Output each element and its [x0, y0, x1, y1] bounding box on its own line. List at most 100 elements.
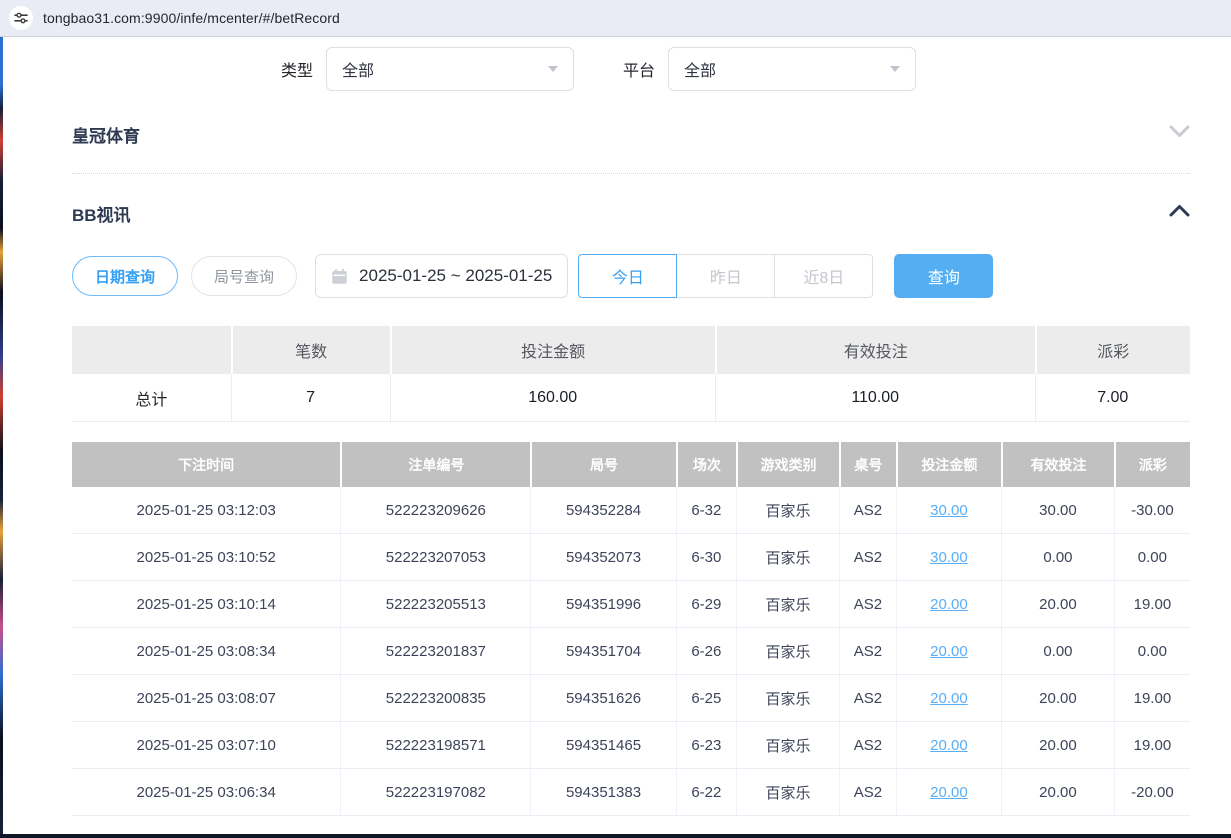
summary-bet-amount-value: 160.00 — [390, 374, 715, 422]
bet-amount-link[interactable]: 30.00 — [930, 549, 968, 566]
table-no-cell: AS2 — [839, 628, 896, 674]
payout-cell: 0.00 — [1114, 534, 1190, 580]
summary-total-label: 总计 — [72, 374, 231, 422]
round-no-cell: 594351626 — [530, 675, 675, 721]
site-settings-icon[interactable] — [9, 6, 33, 30]
bet-amount-link[interactable]: 20.00 — [930, 690, 968, 707]
type-select[interactable]: 全部 — [326, 47, 574, 91]
detail-header-payout-cell: 派彩 — [1114, 442, 1190, 487]
chevron-down-icon — [548, 66, 558, 72]
bet-time-cell: 2025-01-25 03:08:07 — [72, 675, 340, 721]
section-title: BB视讯 — [72, 201, 131, 226]
platform-select[interactable]: 全部 — [668, 47, 916, 91]
bet-amount-link[interactable]: 20.00 — [930, 596, 968, 613]
url-text[interactable]: tongbao31.com:9900/infe/mcenter/#/betRec… — [43, 10, 340, 26]
bet-no-cell: 522223200835 — [340, 675, 530, 721]
bet-time-cell: 2025-01-25 03:12:03 — [72, 487, 340, 533]
detail-header-bet-amount-cell: 投注金额 — [896, 442, 1001, 487]
chevron-down-icon[interactable] — [1169, 125, 1190, 143]
type-filter-label: 类型 — [281, 57, 313, 81]
summary-header-valid-bet: 有效投注 — [715, 326, 1035, 374]
search-button[interactable]: 查询 — [894, 254, 993, 298]
chevron-up-icon[interactable] — [1169, 204, 1190, 222]
round-query-button[interactable]: 局号查询 — [191, 256, 297, 296]
game-type-cell: 百家乐 — [736, 581, 839, 627]
query-controls: 日期查询 局号查询 2025-01-25 ~ 2025-01-25 今日 昨日 … — [72, 254, 1190, 298]
bet-amount-cell: 20.00 — [896, 722, 1001, 768]
bet-record-page: 类型 全部 平台 全部 皇冠体育 BB视讯 日期查询 局号 — [0, 47, 1231, 816]
section-title: 皇冠体育 — [72, 122, 140, 147]
table-no-cell: AS2 — [839, 581, 896, 627]
bet-amount-cell: 30.00 — [896, 534, 1001, 580]
detail-header-row: 下注时间注单编号局号场次游戏类别桌号投注金额有效投注派彩 — [72, 442, 1190, 487]
table-row: 2025-01-25 03:08:34522223201837594351704… — [72, 628, 1190, 675]
valid-bet-cell: 0.00 — [1001, 628, 1114, 674]
detail-header-round-no-cell: 局号 — [530, 442, 675, 487]
session-cell: 6-29 — [676, 581, 736, 627]
bet-amount-link[interactable]: 20.00 — [930, 737, 968, 754]
bet-time-cell: 2025-01-25 03:06:34 — [72, 769, 340, 815]
bet-amount-link[interactable]: 20.00 — [930, 643, 968, 660]
table-no-cell: AS2 — [839, 487, 896, 533]
valid-bet-cell: 20.00 — [1001, 581, 1114, 627]
payout-cell: 19.00 — [1114, 722, 1190, 768]
session-cell: 6-26 — [676, 628, 736, 674]
session-cell: 6-30 — [676, 534, 736, 580]
section-divider — [72, 173, 1190, 174]
date-range-picker[interactable]: 2025-01-25 ~ 2025-01-25 — [315, 254, 568, 298]
bet-amount-cell: 20.00 — [896, 581, 1001, 627]
bet-no-cell: 522223209626 — [340, 487, 530, 533]
summary-payout-value: 7.00 — [1035, 374, 1190, 422]
date-range-value: 2025-01-25 ~ 2025-01-25 — [359, 266, 552, 286]
detail-header-session-cell: 场次 — [676, 442, 736, 487]
table-row: 2025-01-25 03:06:34522223197082594351383… — [72, 769, 1190, 816]
summary-header-payout: 派彩 — [1035, 326, 1190, 374]
yesterday-button[interactable]: 昨日 — [676, 254, 775, 298]
bet-amount-link[interactable]: 20.00 — [930, 784, 968, 801]
calendar-icon — [331, 268, 348, 285]
bet-no-cell: 522223198571 — [340, 722, 530, 768]
detail-header-game-type-cell: 游戏类别 — [736, 442, 839, 487]
date-query-button[interactable]: 日期查询 — [72, 256, 178, 296]
summary-header-count: 笔数 — [231, 326, 390, 374]
summary-table: 笔数 投注金额 有效投注 派彩 总计 7 160.00 110.00 7.00 — [72, 326, 1190, 422]
game-type-cell: 百家乐 — [736, 769, 839, 815]
bet-no-cell: 522223207053 — [340, 534, 530, 580]
payout-cell: 19.00 — [1114, 675, 1190, 721]
bet-no-cell: 522223205513 — [340, 581, 530, 627]
table-row: 2025-01-25 03:12:03522223209626594352284… — [72, 487, 1190, 534]
session-cell: 6-25 — [676, 675, 736, 721]
window-bottom-edge — [0, 834, 1231, 838]
table-no-cell: AS2 — [839, 769, 896, 815]
table-row: 2025-01-25 03:07:10522223198571594351465… — [72, 722, 1190, 769]
bet-no-cell: 522223197082 — [340, 769, 530, 815]
game-type-cell: 百家乐 — [736, 675, 839, 721]
section-bb-video[interactable]: BB视讯 — [72, 190, 1190, 236]
last-8-days-button[interactable]: 近8日 — [774, 254, 873, 298]
summary-header-row: 笔数 投注金额 有效投注 派彩 — [72, 326, 1190, 374]
bet-amount-link[interactable]: 30.00 — [930, 502, 968, 519]
bet-amount-cell: 20.00 — [896, 628, 1001, 674]
payout-cell: 19.00 — [1114, 581, 1190, 627]
valid-bet-cell: 20.00 — [1001, 675, 1114, 721]
section-crown-sports[interactable]: 皇冠体育 — [72, 111, 1190, 157]
detail-header-bet-time-cell: 下注时间 — [72, 442, 340, 487]
address-bar[interactable]: tongbao31.com:9900/infe/mcenter/#/betRec… — [0, 0, 1231, 37]
round-no-cell: 594351465 — [530, 722, 675, 768]
game-type-cell: 百家乐 — [736, 487, 839, 533]
valid-bet-cell: 30.00 — [1001, 487, 1114, 533]
today-button[interactable]: 今日 — [578, 254, 677, 298]
table-row: 2025-01-25 03:10:14522223205513594351996… — [72, 581, 1190, 628]
valid-bet-cell: 0.00 — [1001, 534, 1114, 580]
bet-amount-cell: 20.00 — [896, 769, 1001, 815]
platform-filter-label: 平台 — [623, 57, 655, 81]
payout-cell: -20.00 — [1114, 769, 1190, 815]
game-type-cell: 百家乐 — [736, 534, 839, 580]
bet-time-cell: 2025-01-25 03:10:14 — [72, 581, 340, 627]
type-select-value: 全部 — [342, 57, 548, 81]
round-no-cell: 594352284 — [530, 487, 675, 533]
table-row: 2025-01-25 03:10:52522223207053594352073… — [72, 534, 1190, 581]
table-no-cell: AS2 — [839, 534, 896, 580]
table-no-cell: AS2 — [839, 722, 896, 768]
bet-no-cell: 522223201837 — [340, 628, 530, 674]
